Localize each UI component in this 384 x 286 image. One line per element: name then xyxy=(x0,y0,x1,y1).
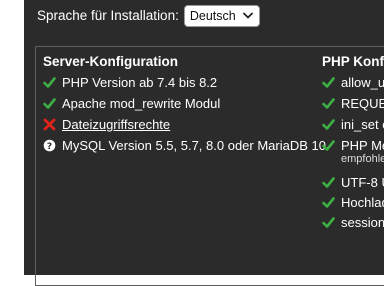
installer-panel: Sprache für Installation: Deutsch Server… xyxy=(24,0,384,286)
requirements-box: Server-Konfiguration PHP Version ab 7.4 … xyxy=(35,46,384,286)
list-item-label: session. xyxy=(341,215,384,230)
check-icon xyxy=(322,216,335,229)
left-margin xyxy=(0,0,24,275)
list-item-label: ini_set e xyxy=(341,117,384,132)
check-icon xyxy=(322,196,335,209)
check-icon xyxy=(322,139,335,152)
list-item: ? MySQL Version 5.5, 5.7, 8.0 oder Maria… xyxy=(43,138,326,153)
file-permissions-link[interactable]: Dateizugriffsrechte xyxy=(62,117,170,132)
list-item-label: allow_ur xyxy=(341,75,384,90)
list-item: Dateizugriffsrechte xyxy=(43,117,170,132)
php-config-title: PHP Konfig xyxy=(322,54,384,69)
server-config-title: Server-Konfiguration xyxy=(43,54,179,69)
language-row: Sprache für Installation: Deutsch xyxy=(37,4,260,27)
list-item-label: PHP Me xyxy=(341,138,384,153)
list-item-label: REQUES xyxy=(341,96,384,111)
list-item: session. xyxy=(322,215,384,230)
list-item: ini_set e xyxy=(322,117,384,132)
language-select[interactable]: Deutsch xyxy=(183,4,260,27)
list-item-subtext: empfohle xyxy=(341,153,384,165)
check-icon xyxy=(322,97,335,110)
cross-icon xyxy=(43,118,56,131)
chevron-down-icon xyxy=(242,12,253,19)
check-icon xyxy=(322,76,335,89)
check-icon xyxy=(43,97,56,110)
list-item-label: PHP Version ab 7.4 bis 8.2 xyxy=(62,75,218,90)
question-icon: ? xyxy=(43,139,56,152)
check-icon xyxy=(322,176,335,189)
list-item-label: UTF-8 U xyxy=(341,175,384,190)
list-item-text: PHP Me empfohle xyxy=(341,138,384,165)
language-selected-value: Deutsch xyxy=(189,8,236,23)
check-icon xyxy=(322,118,335,131)
list-item: Apache mod_rewrite Modul xyxy=(43,96,220,111)
list-item-label: MySQL Version 5.5, 5.7, 8.0 oder MariaDB… xyxy=(62,138,326,153)
list-item: UTF-8 U xyxy=(322,175,384,190)
list-item: allow_ur xyxy=(322,75,384,90)
check-icon xyxy=(43,76,56,89)
language-label: Sprache für Installation: xyxy=(37,8,179,23)
list-item: Hochlad xyxy=(322,195,384,210)
list-item-label: Apache mod_rewrite Modul xyxy=(62,96,221,111)
list-item: PHP Version ab 7.4 bis 8.2 xyxy=(43,75,217,90)
svg-text:?: ? xyxy=(47,142,52,152)
list-item: PHP Me empfohle xyxy=(322,138,384,165)
list-item: REQUES xyxy=(322,96,384,111)
list-item-label: Hochlad xyxy=(341,195,384,210)
